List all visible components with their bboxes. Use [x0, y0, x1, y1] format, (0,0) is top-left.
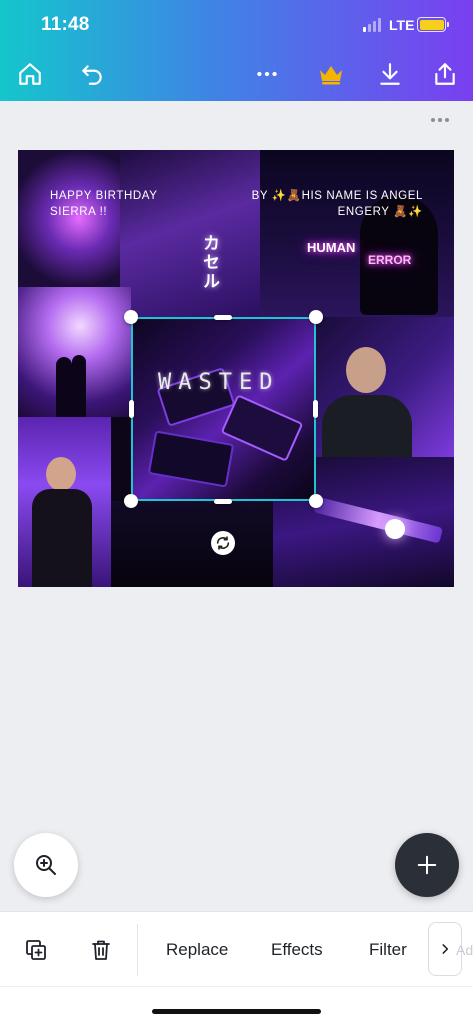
battery-icon	[417, 17, 449, 32]
selection-frame[interactable]	[131, 317, 316, 501]
vertical-sign-text: カセル	[200, 234, 219, 291]
resize-handle-bottom-left[interactable]	[124, 494, 138, 508]
crown-icon[interactable]	[315, 58, 347, 90]
photo-dark-water[interactable]	[111, 501, 273, 587]
filter-button[interactable]: Filter	[369, 940, 407, 960]
photo-city-sign[interactable]: カセル	[120, 150, 260, 317]
photo-human-error[interactable]: HUMAN ERROR	[260, 150, 454, 317]
chevron-right-icon	[442, 944, 449, 954]
zoom-in-icon	[36, 855, 56, 875]
plus-icon	[417, 855, 437, 875]
more-icon[interactable]	[251, 58, 283, 90]
zoom-button[interactable]	[14, 833, 78, 897]
neon-sign-human: HUMAN	[307, 240, 356, 255]
duplicate-icon[interactable]	[23, 937, 49, 963]
add-element-button[interactable]	[395, 833, 459, 897]
toolbar-divider	[137, 924, 138, 976]
caption-author[interactable]: BY ✨🧸HIS NAME IS ANGEL ENGERY 🧸✨	[243, 188, 423, 220]
neon-sign-error: ERROR	[368, 253, 412, 267]
effects-button[interactable]: Effects	[271, 940, 323, 960]
undo-icon[interactable]	[76, 58, 108, 90]
share-icon[interactable]	[429, 58, 461, 90]
resize-handle-bottom[interactable]	[214, 499, 232, 504]
photo-singer[interactable]	[18, 417, 111, 587]
toolbar-overflow-label: Ad	[456, 942, 473, 958]
resize-handle-right[interactable]	[313, 400, 318, 418]
resize-handle-top-right[interactable]	[309, 310, 323, 324]
photo-couple[interactable]	[18, 287, 131, 417]
photo-man-hoodie[interactable]	[316, 317, 454, 457]
status-bar: 11:48 LTE	[0, 0, 473, 50]
element-toolbar: Replace Effects Filter Ad	[0, 911, 473, 1024]
top-app-bar: 11:48 LTE	[0, 0, 473, 101]
rotate-icon[interactable]	[211, 531, 235, 555]
resize-handle-top-left[interactable]	[124, 310, 138, 324]
caption-happy-birthday[interactable]: HAPPY BIRTHDAY SIERRA !!	[50, 188, 157, 220]
resize-handle-left[interactable]	[129, 400, 134, 418]
home-icon[interactable]	[14, 58, 46, 90]
network-type: LTE	[389, 17, 415, 33]
trash-icon[interactable]	[88, 937, 114, 963]
home-indicator[interactable]	[152, 1009, 321, 1014]
replace-button[interactable]: Replace	[166, 940, 228, 960]
download-icon[interactable]	[374, 58, 406, 90]
signal-icon	[363, 18, 381, 32]
resize-handle-bottom-right[interactable]	[309, 494, 323, 508]
resize-handle-top[interactable]	[214, 315, 232, 320]
page-options-icon[interactable]	[431, 118, 449, 122]
toolbar-separator	[0, 986, 473, 987]
status-time: 11:48	[41, 14, 90, 35]
